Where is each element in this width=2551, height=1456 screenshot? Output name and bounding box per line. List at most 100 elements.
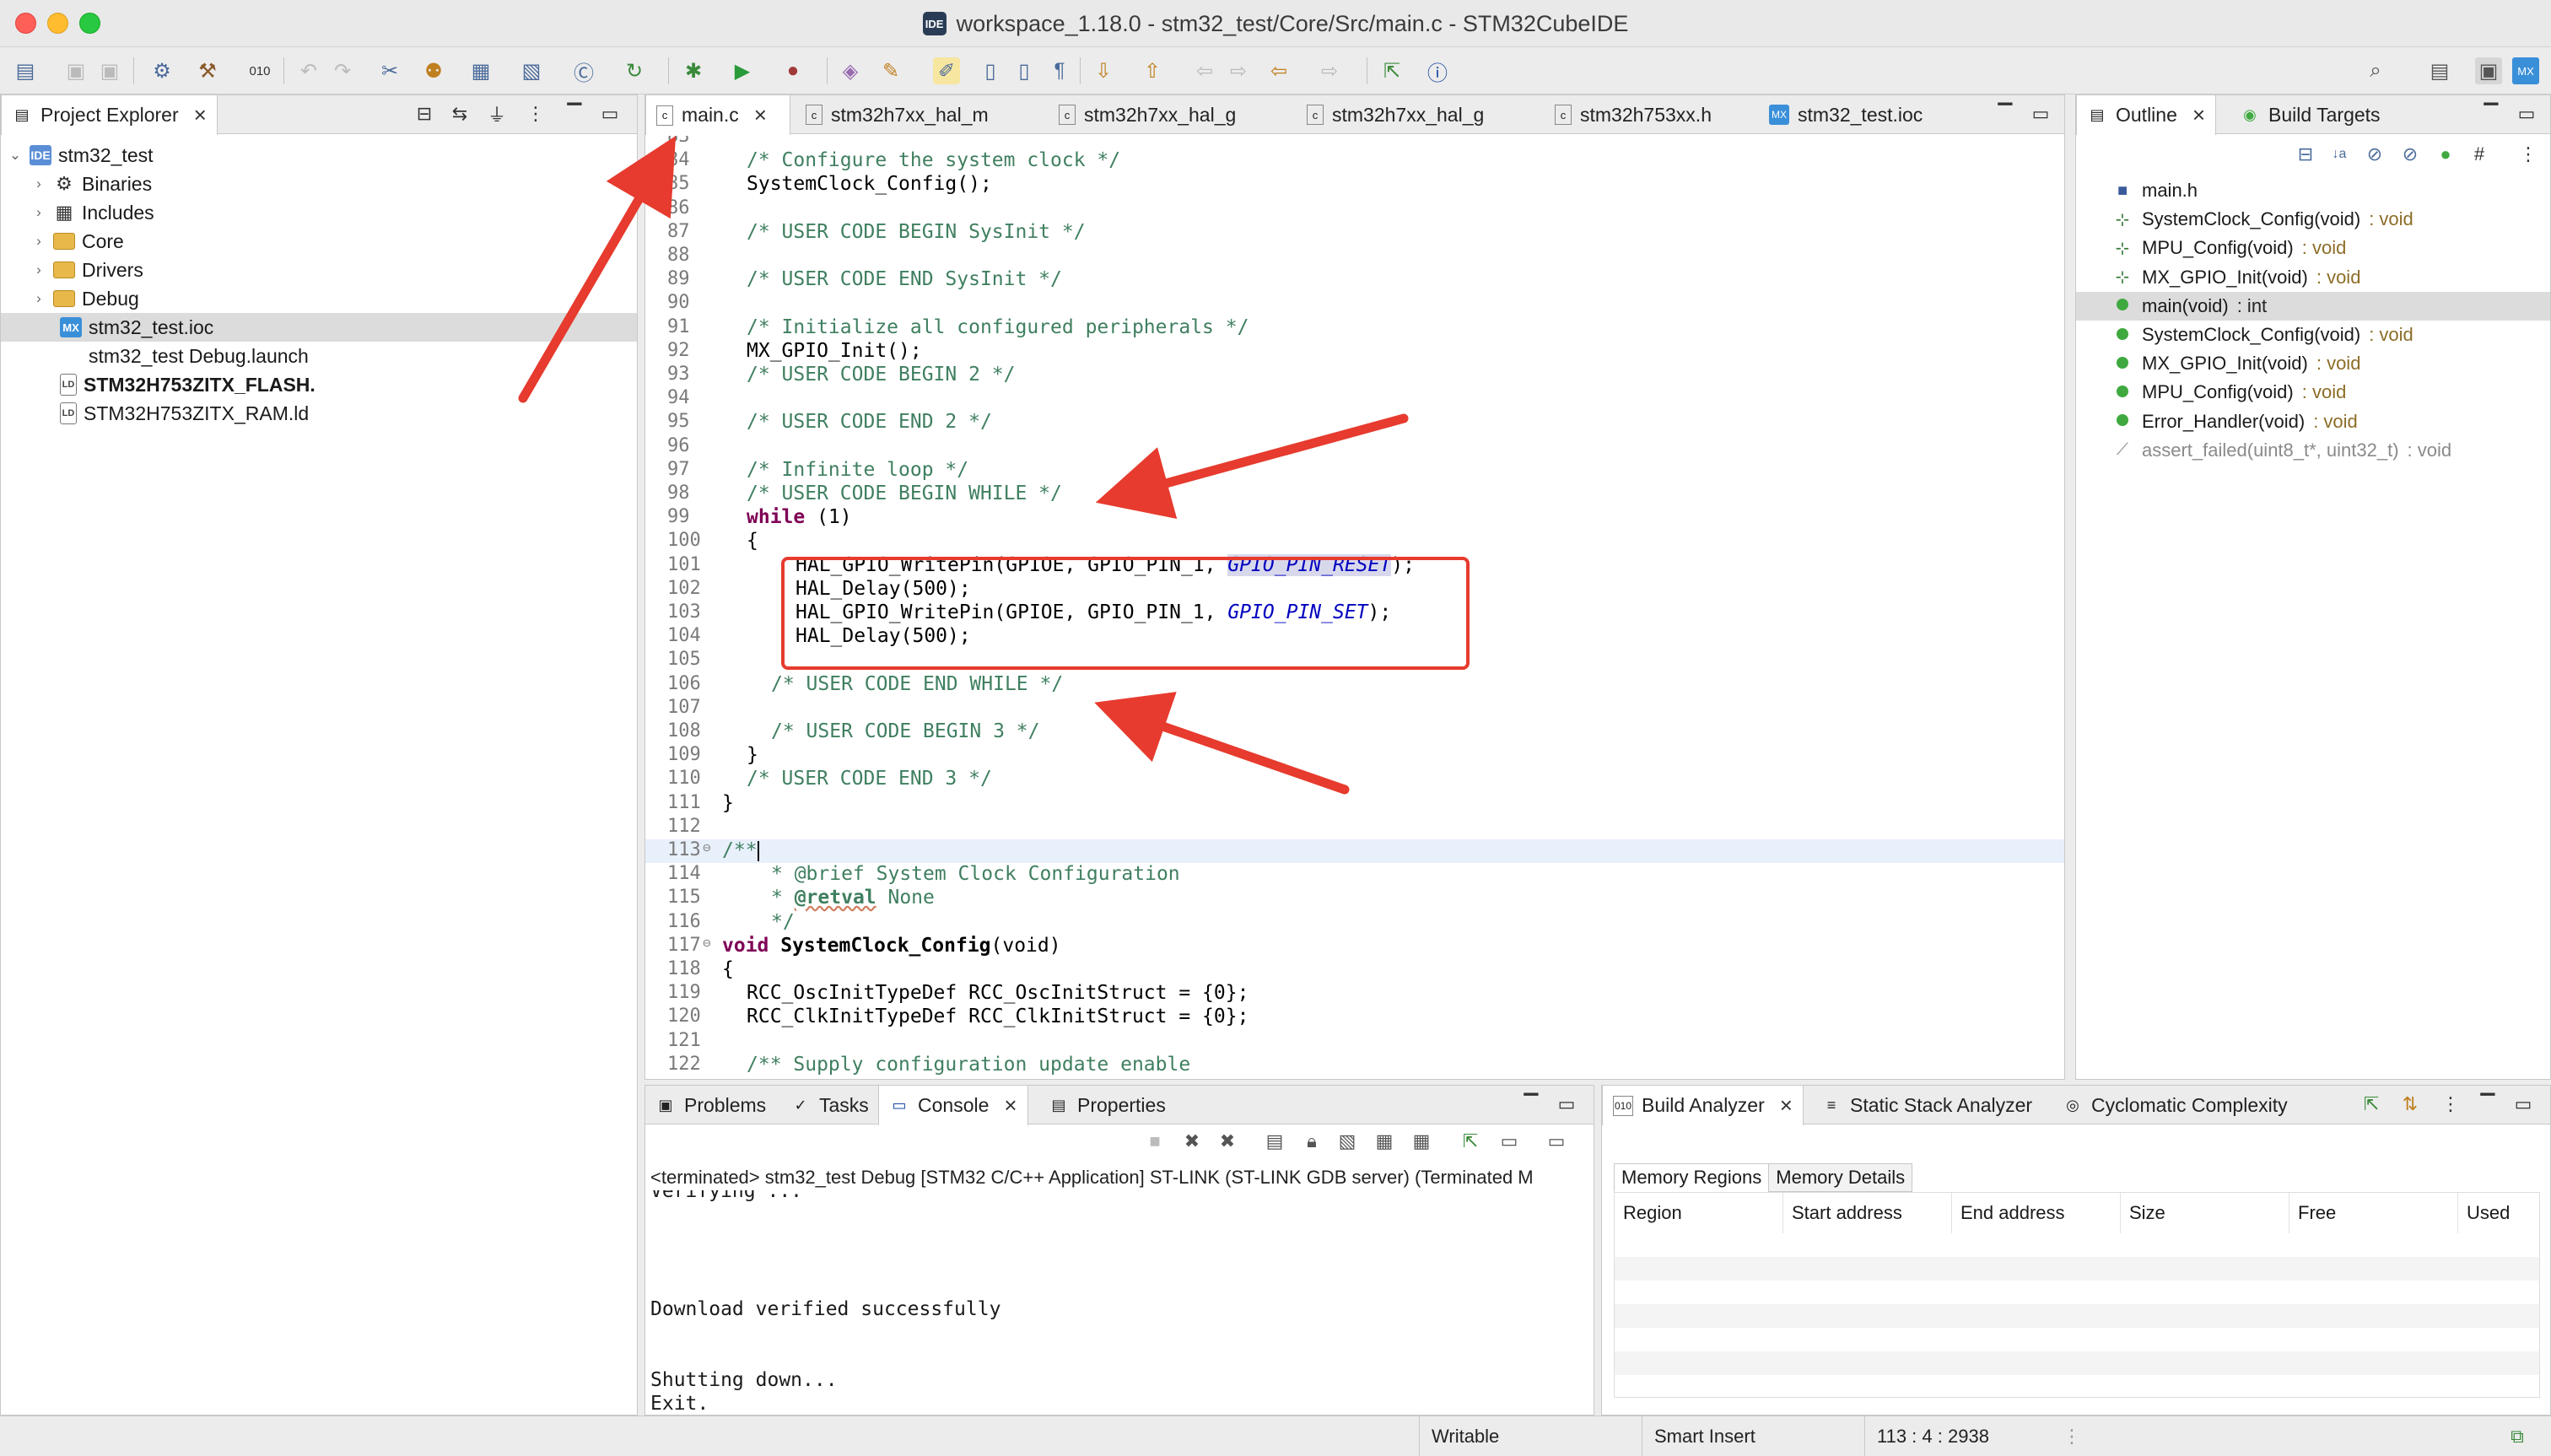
new-icon[interactable]: ▤	[12, 57, 39, 84]
code-line[interactable]: 92 MX_GPIO_Init();	[645, 340, 2064, 364]
info-icon[interactable]: ⓘ	[1424, 57, 1451, 85]
binary-icon[interactable]: 010	[246, 57, 273, 84]
status-progress-icon[interactable]: ⧉	[2505, 1425, 2529, 1448]
tree-item-drivers[interactable]: › Drivers	[31, 256, 143, 284]
tab-console[interactable]: ▭ Console ×	[878, 1086, 1028, 1125]
show-on-error-icon[interactable]: ▦	[1410, 1130, 1433, 1153]
code-line[interactable]: 84 /* Configure the system clock */	[645, 149, 2064, 173]
pin-console-icon[interactable]: ⇱	[1459, 1130, 1482, 1153]
tab-problems[interactable]: ▣ Problems	[645, 1086, 776, 1124]
remove-launch-icon[interactable]: ✖	[1180, 1130, 1204, 1153]
code-line[interactable]: 98 /* USER CODE BEGIN WHILE */	[645, 483, 2064, 506]
code-line[interactable]: 110 /* USER CODE END 3 */	[645, 768, 2064, 791]
code-line[interactable]: 86	[645, 197, 2064, 221]
target-icon[interactable]: ⚉	[420, 57, 447, 84]
column-header-end-address[interactable]: End address	[1952, 1193, 2121, 1233]
tree-item-debug[interactable]: › Debug	[31, 284, 139, 313]
console-output[interactable]: Verifying ... Download verified successfu…	[645, 1190, 1594, 1415]
build-hammer-icon[interactable]: ⚒	[194, 57, 221, 84]
code-line[interactable]: 117 ⊖ void SystemClock_Config(void)	[645, 935, 2064, 958]
highlight-icon[interactable]: ✐	[933, 57, 960, 84]
display-console-icon[interactable]: ▭	[1497, 1130, 1521, 1153]
column-header-start-address[interactable]: Start address	[1783, 1193, 1952, 1233]
open-icon[interactable]: ⇱	[2360, 1092, 2383, 1116]
code-line[interactable]: 114 * @brief System Clock Configuration	[645, 863, 2064, 887]
chevron-right-icon[interactable]: ›	[31, 233, 46, 250]
tab-hal-g-1[interactable]: c stm32h7xx_hal_g	[1049, 95, 1246, 134]
run-icon[interactable]: ▶	[729, 57, 756, 84]
tab-tasks[interactable]: ✓ Tasks	[780, 1086, 879, 1124]
code-line[interactable]: 90	[645, 292, 2064, 315]
column-header-size[interactable]: Size	[2121, 1193, 2289, 1233]
wand-icon[interactable]: ✎	[877, 57, 904, 84]
tree-item-includes[interactable]: › ▦ Includes	[31, 198, 154, 227]
open-element-icon[interactable]: ◈	[837, 57, 864, 84]
code-line[interactable]: 87 /* USER CODE BEGIN SysInit */	[645, 221, 2064, 245]
chevron-right-icon[interactable]: ›	[31, 204, 46, 221]
code-line[interactable]: 94	[645, 387, 2064, 411]
code-line[interactable]: 116 */	[645, 911, 2064, 935]
tree-item-ioc[interactable]: MX stm32_test.ioc	[1, 313, 637, 342]
chevron-right-icon[interactable]: ›	[31, 262, 46, 278]
forward-icon[interactable]: ⇨	[1316, 57, 1343, 84]
column-header-used[interactable]: Used	[2458, 1193, 2541, 1233]
code-line[interactable]: 105	[645, 649, 2064, 672]
code-line[interactable]: 106 /* USER CODE END WHILE */	[645, 673, 2064, 697]
close-icon[interactable]: ×	[2192, 102, 2205, 128]
minimize-icon[interactable]: ▔	[1993, 102, 2017, 126]
prev-annotation-icon[interactable]: ⇧	[1139, 57, 1166, 84]
next-annotation-icon[interactable]: ⇩	[1090, 57, 1117, 84]
filter-icon[interactable]: ⏚	[485, 102, 509, 126]
chevron-right-icon[interactable]: ›	[31, 290, 46, 307]
code-line[interactable]: 119 RCC_OscInitTypeDef RCC_OscInitStruct …	[645, 982, 2064, 1006]
code-line[interactable]: 121	[645, 1030, 2064, 1054]
redo-icon[interactable]: ↷	[329, 57, 356, 84]
outline-item[interactable]: ⊹ SystemClock_Config(void) : void	[2084, 205, 2550, 234]
code-line[interactable]: 115 * @retval None	[645, 887, 2064, 910]
code-line[interactable]: 118 {	[645, 958, 2064, 982]
tab-properties[interactable]: ▤ Properties	[1038, 1086, 1176, 1124]
code-line[interactable]: 88	[645, 245, 2064, 268]
subtab-memory-regions[interactable]: Memory Regions	[1614, 1163, 1770, 1192]
tab-build-targets[interactable]: ◉ Build Targets	[2230, 95, 2391, 134]
close-icon[interactable]: ×	[754, 102, 767, 128]
code-line[interactable]: 107	[645, 697, 2064, 720]
debug-tool-icon[interactable]: ✂	[376, 57, 403, 84]
settings-icon[interactable]: ⚙	[148, 57, 175, 84]
column-header-region[interactable]: Region	[1615, 1193, 1783, 1233]
view-menu-icon[interactable]: ⋮	[2516, 143, 2540, 166]
collapse-all-icon[interactable]: ⊟	[2294, 143, 2317, 166]
column-header-free[interactable]: Free	[2289, 1193, 2458, 1233]
code-line[interactable]: 104 HAL_Delay(500);	[645, 625, 2064, 649]
outline-item[interactable]: ⊹ MX_GPIO_Init(void) : void	[2084, 263, 2550, 292]
code-line[interactable]: 111}	[645, 792, 2064, 816]
link-editor-icon[interactable]: ⇆	[448, 102, 472, 126]
close-icon[interactable]: ×	[1780, 1092, 1793, 1119]
block-select-icon[interactable]: ▯	[977, 57, 1004, 84]
code-line[interactable]: 113 ⊖ /**	[645, 839, 2064, 863]
outline-item[interactable]: ■ main.h	[2084, 176, 2550, 205]
code-line[interactable]: 101 HAL_GPIO_WritePin(GPIOE, GPIO_PIN_1, …	[645, 553, 2064, 578]
tree-item-flash-ld[interactable]: LD STM32H753ZITX_FLASH.	[60, 370, 316, 399]
view-menu-icon[interactable]: ⋮	[2439, 1092, 2462, 1116]
word-wrap-icon[interactable]: ▧	[1335, 1130, 1359, 1153]
tab-hal-m[interactable]: c stm32h7xx_hal_m	[796, 95, 999, 134]
fold-toggle-icon[interactable]: ⊖	[703, 935, 711, 951]
scroll-lock-icon[interactable]: 🔒︎	[1300, 1130, 1324, 1153]
new-project-icon[interactable]: ▦	[467, 57, 494, 84]
code-area[interactable]: 83 84 /* Configure the system clock */ 85 Sy…	[645, 136, 2064, 1079]
maximize-icon[interactable]: ▭	[598, 102, 622, 126]
minimize-icon[interactable]: ▔	[563, 102, 586, 126]
minimize-icon[interactable]: ▔	[2479, 102, 2503, 126]
search-icon[interactable]: ⌕	[2362, 57, 2389, 84]
code-line[interactable]: 93 /* USER CODE BEGIN 2 */	[645, 364, 2064, 387]
external-tools-icon[interactable]: ●	[779, 57, 806, 84]
tree-item-launch[interactable]: stm32_test Debug.launch	[60, 342, 309, 370]
tree-item-binaries[interactable]: › ⚙ Binaries	[31, 170, 152, 198]
clear-console-icon[interactable]: ▤	[1263, 1130, 1286, 1153]
tree-item-stm32-test[interactable]: ⌄ IDE stm32_test	[8, 141, 154, 170]
hide-nonpublic-icon[interactable]: ●	[2434, 143, 2457, 166]
remove-all-icon[interactable]: ✖	[1216, 1130, 1239, 1153]
maximize-icon[interactable]: ▭	[2515, 102, 2538, 126]
tab-main-c[interactable]: c main.c ×	[645, 95, 790, 135]
